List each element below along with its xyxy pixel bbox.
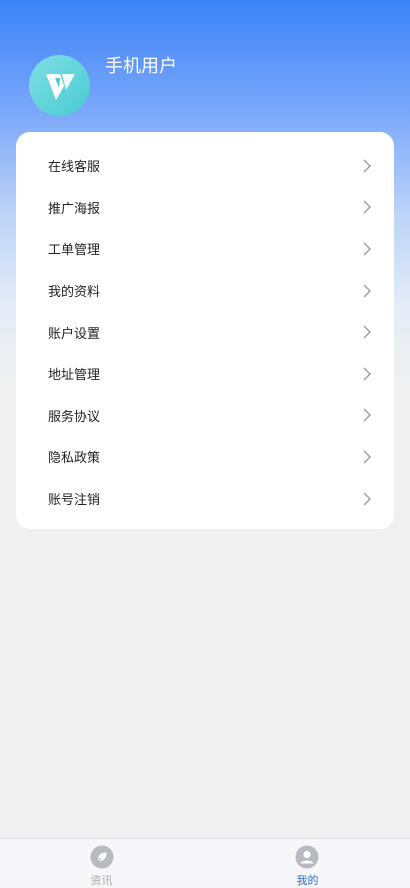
tab-label: 我的 bbox=[296, 874, 319, 887]
chevron-right-icon bbox=[363, 284, 371, 298]
tab-news[interactable]: 资讯 bbox=[0, 839, 205, 888]
menu-item-label: 工单管理 bbox=[48, 243, 101, 259]
user-icon bbox=[295, 845, 319, 869]
menu-item-label: 账户设置 bbox=[48, 326, 101, 342]
chevron-right-icon bbox=[363, 242, 371, 256]
menu-item-my-profile[interactable]: 我的资料 bbox=[16, 270, 394, 312]
chevron-right-icon bbox=[363, 200, 371, 214]
menu-item-service-agreement[interactable]: 服务协议 bbox=[16, 395, 394, 437]
menu-item-privacy-policy[interactable]: 隐私政策 bbox=[16, 436, 394, 478]
app-logo-icon bbox=[45, 73, 75, 100]
menu-card: 在线客服 推广海报 工单管理 我的资料 账户设置 地址管理 服务协议 隐私政策 bbox=[16, 132, 394, 529]
menu-item-label: 地址管理 bbox=[48, 368, 101, 384]
chevron-right-icon bbox=[363, 492, 371, 506]
tab-label: 资讯 bbox=[90, 874, 113, 887]
menu-item-promo-poster[interactable]: 推广海报 bbox=[16, 187, 394, 229]
menu-item-ticket-management[interactable]: 工单管理 bbox=[16, 228, 394, 270]
chevron-right-icon bbox=[363, 325, 371, 339]
avatar[interactable] bbox=[29, 55, 90, 116]
news-icon bbox=[90, 845, 114, 869]
menu-item-delete-account[interactable]: 账号注销 bbox=[16, 478, 394, 520]
menu-item-address-management[interactable]: 地址管理 bbox=[16, 353, 394, 395]
chevron-right-icon bbox=[363, 367, 371, 381]
tab-mine[interactable]: 我的 bbox=[205, 839, 410, 888]
menu-item-account-settings[interactable]: 账户设置 bbox=[16, 311, 394, 353]
menu-item-label: 在线客服 bbox=[48, 160, 101, 176]
menu-item-label: 我的资料 bbox=[48, 285, 101, 301]
chevron-right-icon bbox=[363, 408, 371, 422]
chevron-right-icon bbox=[363, 450, 371, 464]
bottom-tab-bar: 资讯 我的 bbox=[0, 838, 410, 888]
menu-item-online-service[interactable]: 在线客服 bbox=[16, 145, 394, 187]
menu-item-label: 服务协议 bbox=[48, 409, 101, 425]
menu-item-label: 隐私政策 bbox=[48, 451, 101, 467]
menu-list: 在线客服 推广海报 工单管理 我的资料 账户设置 地址管理 服务协议 隐私政策 bbox=[16, 145, 394, 519]
menu-item-label: 推广海报 bbox=[48, 201, 101, 217]
chevron-right-icon bbox=[363, 159, 371, 173]
username: 手机用户 bbox=[105, 56, 177, 77]
menu-item-label: 账号注销 bbox=[48, 493, 101, 509]
